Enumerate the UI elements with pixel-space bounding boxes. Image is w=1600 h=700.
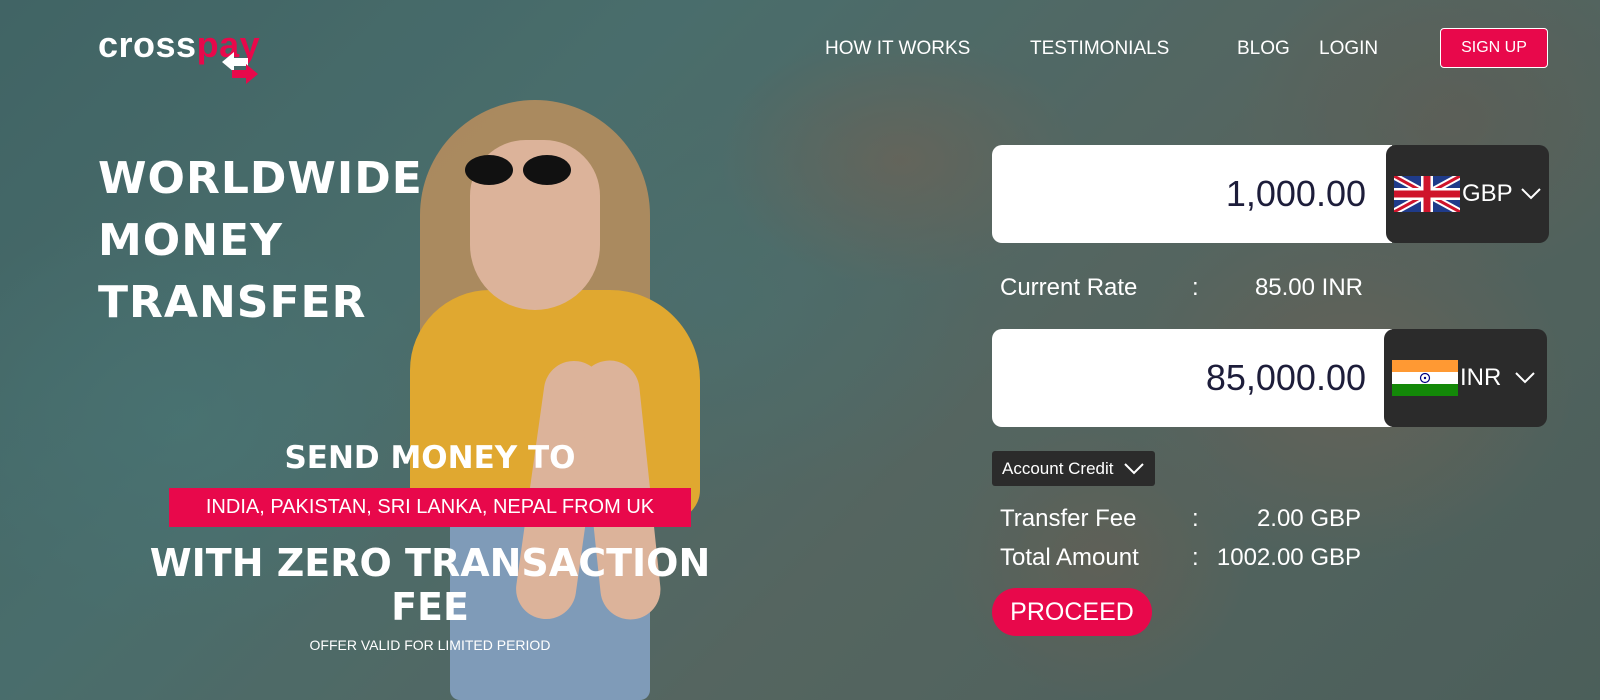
nav-testimonials[interactable]: TESTIMONIALS <box>1030 38 1169 60</box>
headline-line-3: TRANSFER <box>98 277 367 328</box>
send-currency-select[interactable]: GBP <box>1386 145 1549 243</box>
send-amount-input[interactable] <box>992 145 1392 243</box>
logo-text-cross: cross <box>98 24 197 65</box>
receive-currency-select[interactable]: INR <box>1384 329 1547 427</box>
nav-blog[interactable]: BLOG <box>1237 38 1290 60</box>
uk-flag-icon <box>1394 176 1460 212</box>
receive-amount-input[interactable] <box>992 329 1392 427</box>
send-currency-code: GBP <box>1462 180 1513 207</box>
promo-block: SEND MONEY TO INDIA, PAKISTAN, SRI LANKA… <box>110 440 750 653</box>
transfer-fee-value: 2.00 GBP <box>1256 505 1361 532</box>
total-amount-value: 1002.00 GBP <box>1216 544 1361 571</box>
nav-login[interactable]: LOGIN <box>1319 38 1378 60</box>
transfer-fee-label: Transfer Fee <box>1000 505 1137 532</box>
headline-line-2: MONEY <box>98 215 283 266</box>
crosspay-logo[interactable]: crosspay <box>98 24 298 88</box>
hero-headline: WORLDWIDE MONEY TRANSFER <box>98 148 423 334</box>
exchange-arrows-icon <box>222 52 258 84</box>
india-flag-icon <box>1392 360 1458 396</box>
chevron-down-icon <box>1515 372 1536 384</box>
chevron-down-icon <box>1123 462 1144 474</box>
countries-banner: INDIA, PAKISTAN, SRI LANKA, NEPAL FROM U… <box>169 488 691 527</box>
receive-currency-code: INR <box>1460 364 1502 391</box>
receive-amount-row: INR <box>992 329 1549 427</box>
send-money-to-heading: SEND MONEY TO <box>284 440 576 476</box>
current-rate-label: Current Rate <box>1000 274 1138 301</box>
transfer-method-value: Account Credit <box>1002 458 1114 478</box>
total-amount-label: Total Amount <box>1000 544 1139 571</box>
current-rate-value: 85.00 INR <box>1254 274 1363 301</box>
chevron-down-icon <box>1520 188 1541 200</box>
zero-fee-heading: WITH ZERO TRANSACTION FEE <box>149 541 711 629</box>
nav-how-it-works[interactable]: HOW IT WORKS <box>825 38 970 60</box>
transfer-method-select[interactable]: Account Credit <box>992 451 1155 486</box>
headline-line-1: WORLDWIDE <box>98 153 423 204</box>
send-amount-row: GBP <box>992 145 1549 243</box>
signup-button[interactable]: SIGN UP <box>1440 28 1548 68</box>
proceed-button[interactable]: PROCEED <box>992 588 1152 636</box>
offer-note: OFFER VALID FOR LIMITED PERIOD <box>309 637 551 653</box>
